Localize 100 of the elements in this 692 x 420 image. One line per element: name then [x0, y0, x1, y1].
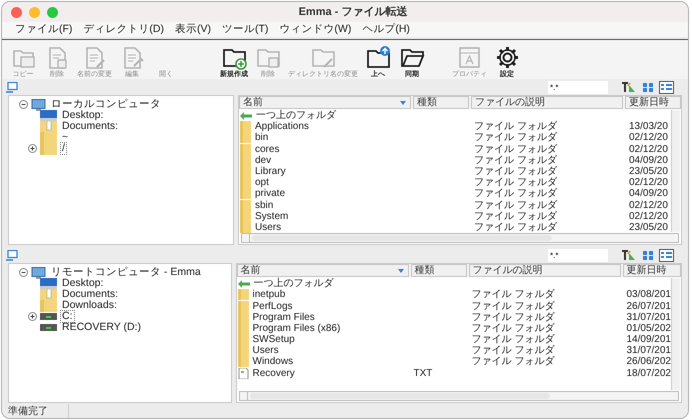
modified-date: 23/05/20 — [629, 222, 668, 233]
drive-icon — [40, 313, 57, 320]
file-name[interactable]: Program Files (x86) — [252, 322, 340, 334]
file-name[interactable]: cores — [255, 144, 280, 155]
folder-icon — [40, 300, 57, 312]
expand-icon[interactable] — [28, 144, 37, 153]
drive-icon — [40, 324, 57, 332]
modified-date: 31/07/201 — [626, 345, 671, 356]
column-header[interactable]: 種類 — [410, 264, 466, 278]
file-name[interactable]: 一つ上のフォルダ — [254, 278, 334, 290]
menu-item[interactable]: ファイル(F) — [15, 22, 72, 38]
details-view-icon[interactable] — [659, 248, 674, 262]
file-description: ファイル フォルダ — [474, 154, 557, 166]
tree-item[interactable]: RECOVERY (D:) — [60, 321, 143, 334]
tree-item[interactable]: ローカルコンピュータ — [49, 98, 163, 111]
menu-item[interactable]: ヘルプ(H) — [362, 22, 410, 38]
modified-date: 04/09/20 — [629, 188, 668, 200]
file-name[interactable]: 一つ上のフォルダ — [256, 110, 336, 122]
modified-date: 31/07/201 — [626, 312, 671, 323]
tree-item[interactable]: Documents: — [60, 120, 120, 133]
vertical-scrollbar[interactable] — [671, 110, 680, 232]
vertical-scrollbar[interactable] — [671, 278, 680, 390]
desktop-icon — [40, 110, 57, 121]
file-name[interactable]: Library — [255, 166, 286, 178]
file-name[interactable]: SWSetup — [252, 334, 295, 346]
column-header[interactable]: 更新日時 — [622, 264, 681, 278]
close-window-button[interactable] — [11, 6, 22, 18]
folder-icon — [240, 188, 251, 200]
sort-icon[interactable] — [622, 82, 636, 92]
folder-icon — [40, 142, 57, 154]
file-name[interactable]: Users — [252, 345, 279, 356]
window-title: Emma - ファイル転送 — [298, 4, 408, 20]
file-name[interactable]: inetpub — [252, 289, 286, 300]
computer-icon — [6, 250, 18, 261]
status-text: 準備完了 — [2, 404, 69, 418]
file-name[interactable]: dev — [255, 154, 272, 166]
modified-date: 04/09/20 — [629, 154, 668, 166]
file-name[interactable]: sbin — [255, 200, 274, 211]
tree-item[interactable]: C: — [60, 310, 74, 324]
file-name[interactable]: Program Files — [252, 312, 315, 323]
folder-document-icon — [40, 288, 57, 301]
horizontal-scrollbar[interactable] — [241, 233, 679, 244]
column-header[interactable]: ファイルの説明 — [468, 264, 620, 278]
filter-field[interactable]: *.* — [548, 248, 608, 262]
sort-icon[interactable] — [622, 250, 636, 260]
modified-date: 01/05/202 — [626, 322, 671, 334]
properties-icon — [457, 45, 482, 70]
tree-item[interactable]: / — [60, 142, 67, 155]
file-name[interactable]: Applications — [255, 121, 309, 132]
modified-date: 02/12/20 — [629, 144, 668, 155]
column-header[interactable]: 更新日時 — [625, 96, 681, 109]
file-description: ファイル フォルダ — [472, 345, 554, 356]
menu-item[interactable]: ツール(T) — [222, 22, 268, 38]
file-description: ファイル フォルダ — [474, 132, 557, 144]
file-type: TXT — [414, 368, 432, 379]
gear-icon — [494, 45, 520, 70]
expand-icon[interactable] — [28, 312, 37, 322]
file-name[interactable]: opt — [255, 177, 269, 188]
collapse-icon[interactable] — [19, 268, 28, 278]
file-name[interactable]: PerfLogs — [252, 300, 293, 312]
modified-date: 26/06/202 — [626, 356, 671, 368]
file-description: ファイル フォルダ — [474, 177, 557, 188]
column-header[interactable]: ファイルの説明 — [471, 96, 623, 109]
file-description: ファイル フォルダ — [474, 210, 557, 222]
collapse-icon[interactable] — [19, 100, 28, 109]
file-name[interactable]: Users — [255, 222, 282, 233]
tree-item[interactable]: Documents: — [60, 288, 120, 302]
modified-date: 18/07/202 — [626, 368, 671, 379]
tree-item[interactable]: Downloads: — [60, 299, 119, 312]
file-description: ファイル フォルダ — [474, 144, 557, 155]
tree-item[interactable]: Desktop: — [60, 277, 106, 290]
file-description: ファイル フォルダ — [474, 222, 557, 233]
file-description: ファイル フォルダ — [472, 300, 554, 312]
file-name[interactable]: bin — [255, 132, 268, 144]
tree-item[interactable]: Desktop: — [60, 109, 106, 122]
filter-field[interactable]: *.* — [548, 80, 608, 94]
tree-item[interactable]: ~ — [60, 131, 70, 144]
folder-document-icon — [40, 120, 57, 132]
file-name[interactable]: private — [255, 188, 286, 200]
menu-item[interactable]: ディレクトリ(D) — [83, 22, 164, 38]
tree-item[interactable]: リモートコンピュータ - Emma — [49, 266, 203, 280]
details-view-icon[interactable] — [659, 80, 674, 94]
file-name[interactable]: System — [255, 210, 288, 222]
file-name[interactable]: Windows — [252, 356, 294, 368]
sort-caret-icon — [400, 100, 406, 104]
folder-icon — [238, 356, 248, 368]
column-header[interactable]: 名前 — [239, 96, 411, 109]
file-name[interactable]: Recovery — [252, 368, 295, 379]
folder-icon — [240, 144, 251, 155]
modified-date: 02/12/20 — [629, 177, 668, 188]
modified-date: 14/09/201 — [626, 334, 671, 346]
horizontal-scrollbar[interactable] — [238, 391, 679, 401]
column-header[interactable]: 名前 — [236, 264, 408, 278]
menu-item[interactable]: ウィンドウ(W) — [279, 22, 352, 38]
file-description: ファイル フォルダ — [472, 289, 554, 300]
file-description: ファイル フォルダ — [474, 188, 557, 200]
column-header[interactable]: 種類 — [413, 96, 469, 109]
menu-item[interactable]: 表示(V) — [175, 22, 211, 38]
zoom-window-button[interactable] — [47, 6, 58, 18]
file-description: ファイル フォルダ — [474, 166, 557, 178]
